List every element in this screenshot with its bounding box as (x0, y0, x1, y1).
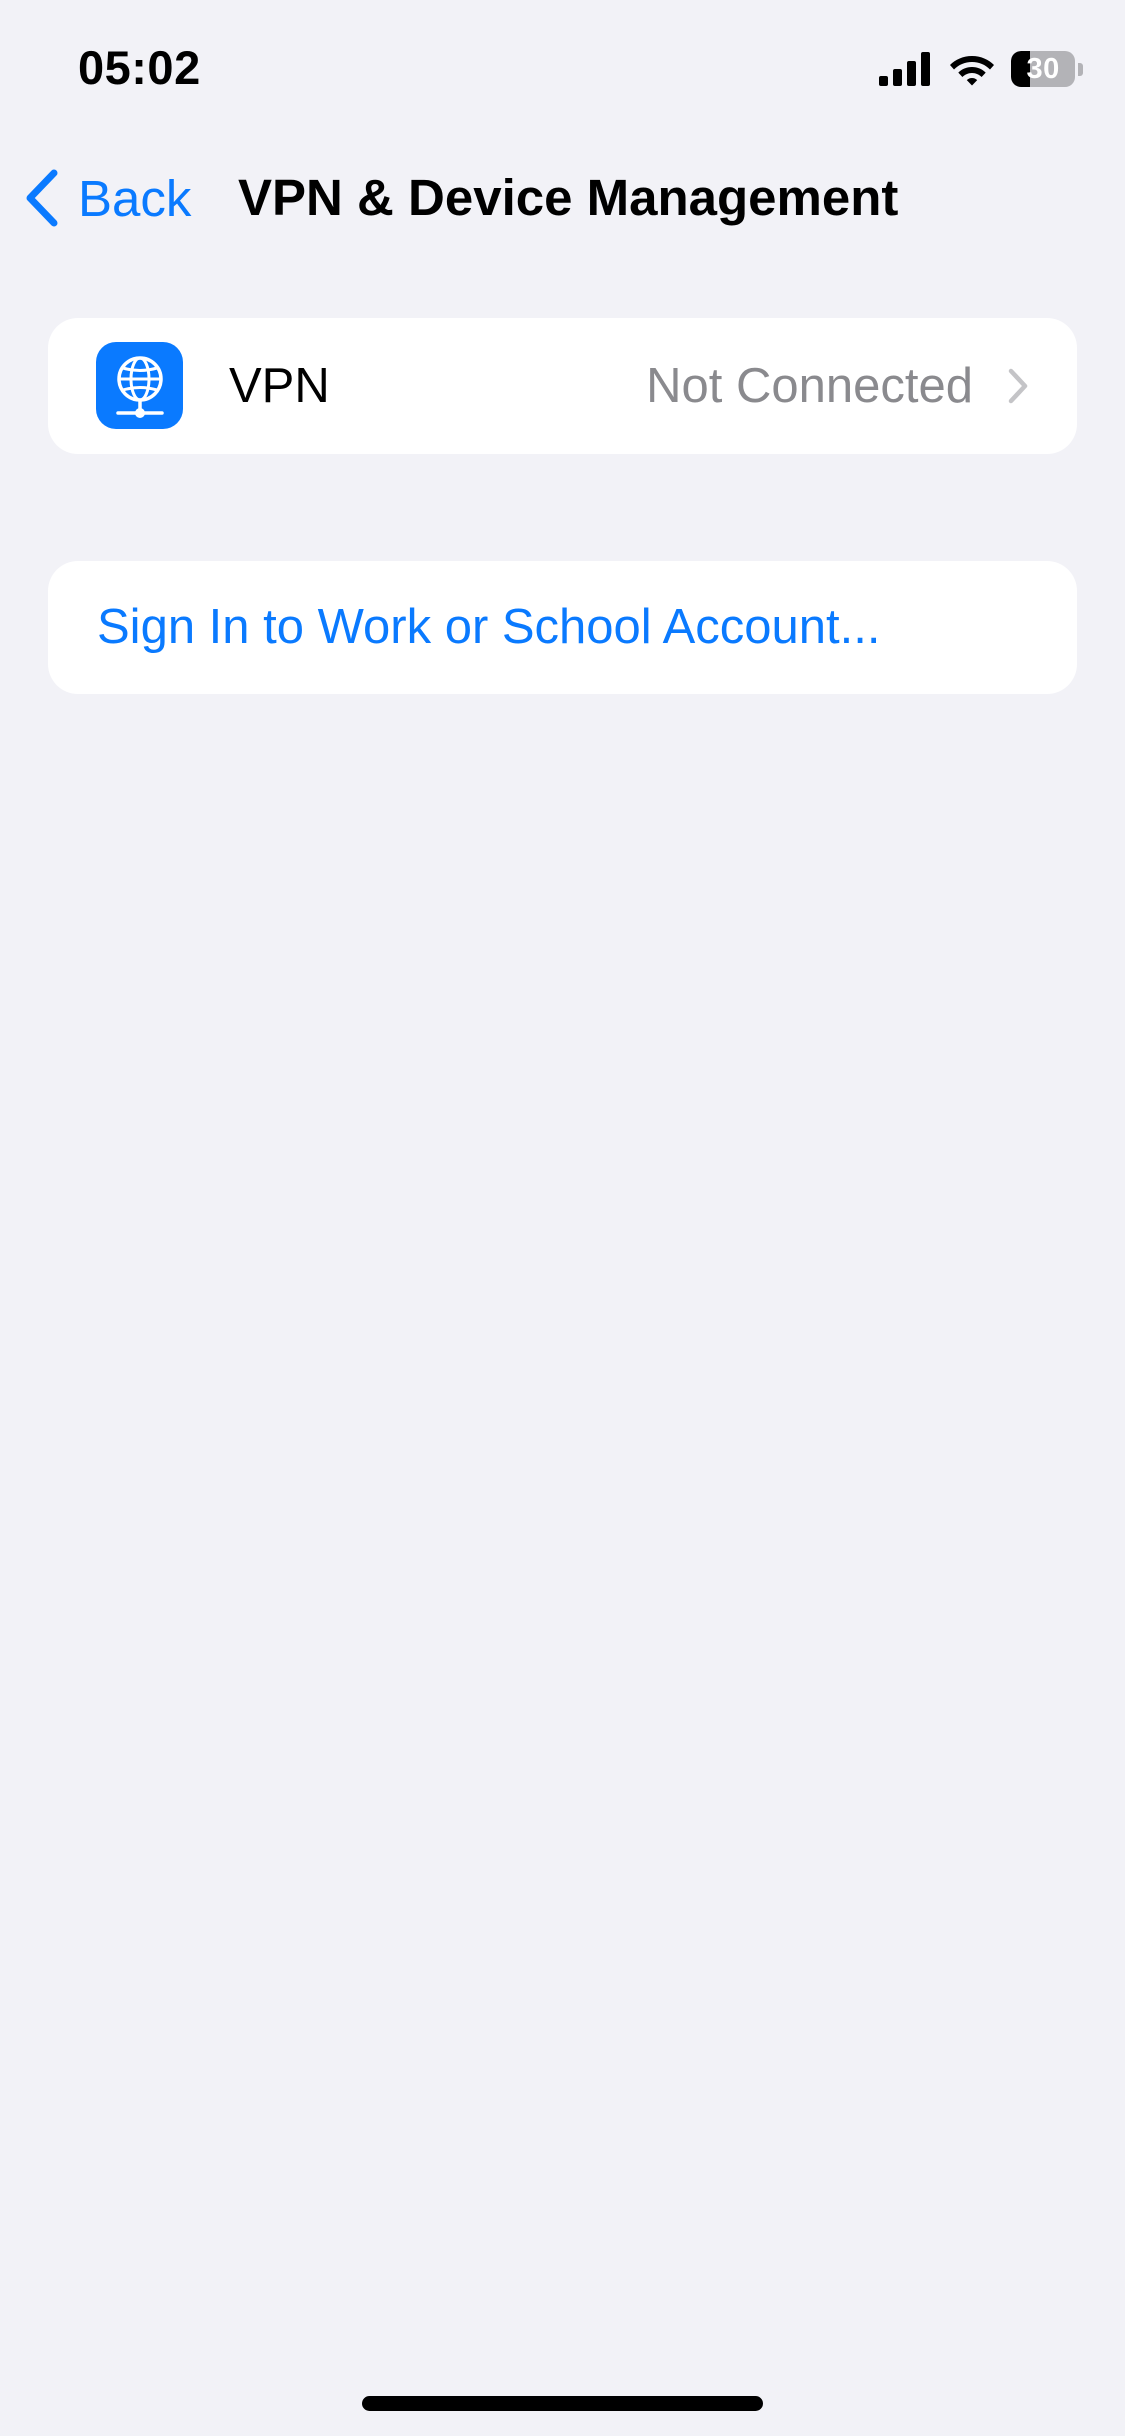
navigation-bar: Back VPN & Device Management (0, 150, 1125, 246)
page-title: VPN & Device Management (238, 169, 899, 226)
account-section: Sign In to Work or School Account... (48, 561, 1077, 694)
chevron-left-icon (26, 169, 58, 227)
vpn-row[interactable]: VPN Not Connected (48, 318, 1077, 454)
status-icons: 30 (879, 48, 1083, 90)
sign-in-account-label: Sign In to Work or School Account... (97, 600, 881, 654)
back-button[interactable]: Back (24, 168, 191, 228)
settings-screen: 05:02 30 Back VPN & Device Management VP… (0, 0, 1125, 2436)
vpn-status: Not Connected (646, 359, 973, 413)
chevron-right-icon (1008, 368, 1028, 404)
cellular-signal-icon (879, 52, 930, 86)
status-time: 05:02 (78, 41, 201, 94)
back-label: Back (78, 169, 192, 227)
battery-nub (1078, 62, 1083, 76)
vpn-label: VPN (229, 359, 330, 413)
globe-network-icon (96, 342, 183, 429)
home-indicator[interactable] (362, 2396, 763, 2411)
battery-indicator: 30 (1011, 51, 1083, 87)
wifi-icon (950, 56, 994, 86)
status-bar: 05:02 30 (0, 0, 1125, 140)
sign-in-work-school-account-button[interactable]: Sign In to Work or School Account... (48, 561, 1077, 694)
vpn-section: VPN Not Connected (48, 318, 1077, 454)
battery-level: 30 (1026, 52, 1060, 85)
battery-body: 30 (1011, 51, 1076, 87)
